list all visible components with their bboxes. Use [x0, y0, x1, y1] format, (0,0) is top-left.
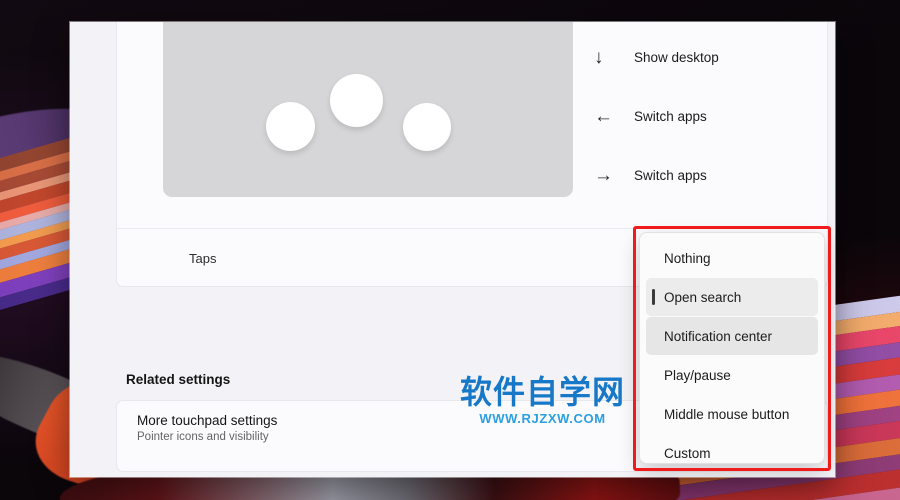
- dropdown-item-middle-mouse-button[interactable]: Middle mouse button: [646, 395, 818, 433]
- gesture-row-show-desktop[interactable]: ↓ Show desktop: [589, 28, 827, 87]
- dropdown-item-label: Open search: [664, 289, 742, 305]
- dropdown-item-label: Middle mouse button: [664, 406, 790, 422]
- finger-dot-left: [266, 101, 315, 151]
- gesture-label: Show desktop: [634, 50, 719, 65]
- dropdown-item-label: Nothing: [664, 250, 711, 266]
- gesture-list: ↑ Multitasking view ↓ Show desktop ← Swi…: [589, 22, 827, 228]
- arrow-down-icon: ↓: [594, 47, 604, 68]
- dropdown-item-label: Custom: [664, 445, 711, 461]
- gesture-label: Switch apps: [634, 109, 707, 124]
- touchpad-illustration-wrapper: [117, 22, 589, 228]
- watermark-url: WWW.RJZXW.COM: [479, 411, 606, 426]
- dropdown-item-label: Notification center: [664, 328, 773, 344]
- dropdown-item-nothing[interactable]: Nothing: [646, 239, 818, 277]
- finger-dot-center: [330, 73, 383, 127]
- related-settings-heading: Related settings: [126, 372, 231, 387]
- dropdown-item-open-search[interactable]: Open search: [646, 278, 818, 316]
- dropdown-item-custom[interactable]: Custom: [646, 434, 818, 472]
- arrow-left-icon: ←: [594, 106, 613, 127]
- watermark-title: 软件自学网: [460, 373, 626, 411]
- tap-action-dropdown[interactable]: Nothing Open search Notification center …: [639, 232, 825, 464]
- dropdown-item-play-pause[interactable]: Play/pause: [646, 356, 818, 394]
- three-finger-touchpad-illustration: [163, 22, 573, 197]
- taps-label: Taps: [189, 250, 217, 266]
- finger-dot-right: [403, 102, 451, 151]
- gesture-row-switch-apps-right[interactable]: → Switch apps: [589, 146, 827, 205]
- dropdown-item-label: Play/pause: [664, 367, 731, 383]
- gesture-label: Switch apps: [634, 168, 707, 183]
- watermark: 软件自学网 WWW.RJZXW.COM: [460, 376, 625, 426]
- arrow-right-icon: →: [594, 165, 613, 186]
- desktop-background: ↑ Multitasking view ↓ Show desktop ← Swi…: [0, 0, 900, 500]
- dropdown-item-notification-center[interactable]: Notification center: [646, 317, 818, 355]
- gesture-row-switch-apps-left[interactable]: ← Switch apps: [589, 87, 827, 146]
